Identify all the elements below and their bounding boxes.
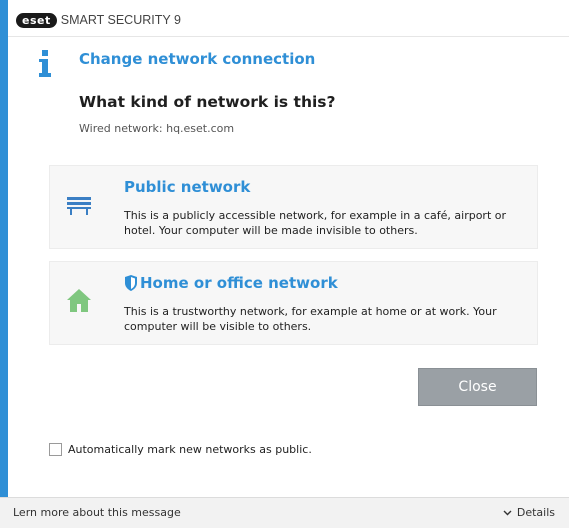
home-network-title-row: Home or office network — [124, 274, 338, 292]
public-network-description: This is a publicly accessible network, f… — [124, 209, 507, 237]
title-bar: eset SMART SECURITY 9 — [16, 8, 181, 32]
public-network-title: Public network — [124, 178, 251, 196]
chevron-down-icon — [503, 510, 512, 515]
home-network-title: Home or office network — [140, 274, 338, 292]
home-network-description: This is a trustworthy network, for examp… — [124, 305, 497, 333]
footer-bar: Lern more about this message Details — [0, 497, 569, 528]
eset-logo: eset — [16, 12, 57, 28]
bench-icon — [67, 197, 91, 215]
close-button[interactable]: Close — [418, 368, 537, 406]
auto-mark-public-row[interactable]: Automatically mark new networks as publi… — [49, 443, 312, 456]
network-question: What kind of network is this? — [79, 93, 336, 111]
info-icon — [39, 50, 51, 77]
auto-mark-public-checkbox[interactable] — [49, 443, 62, 456]
title-divider — [8, 36, 569, 37]
auto-mark-public-label: Automatically mark new networks as publi… — [68, 443, 312, 456]
details-label: Details — [516, 506, 555, 519]
shield-icon — [125, 275, 137, 291]
product-name: SMART SECURITY 9 — [60, 13, 181, 27]
public-network-option[interactable]: Public network This is a publicly access… — [49, 165, 538, 249]
learn-more-link[interactable]: Lern more about this message — [13, 506, 181, 519]
details-toggle[interactable]: Details — [503, 506, 555, 519]
dialog-title: Change network connection — [79, 50, 316, 68]
home-network-option[interactable]: Home or office network This is a trustwo… — [49, 261, 538, 345]
accent-bar — [0, 0, 8, 528]
network-name-line: Wired network: hq.eset.com — [79, 122, 235, 135]
dialog-window: eset SMART SECURITY 9 Change network con… — [0, 0, 569, 528]
house-icon — [67, 289, 91, 312]
